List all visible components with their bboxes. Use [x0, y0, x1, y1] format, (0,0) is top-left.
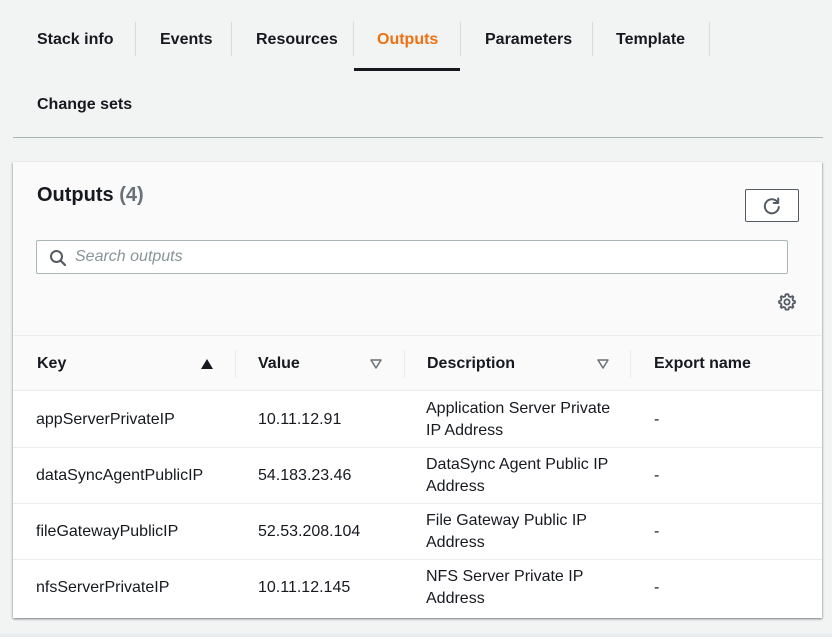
tab-divider	[709, 22, 710, 56]
cell-value: 10.11.12.91	[258, 411, 342, 428]
table-row: dataSyncAgentPublicIP 54.183.23.46 DataS…	[13, 448, 822, 504]
outputs-panel: Outputs (4) Key	[13, 162, 822, 618]
column-header-export-name: Export name	[654, 354, 751, 372]
table-row: nfsServerPrivateIP 10.11.12.145 NFS Serv…	[13, 560, 822, 616]
cell-value: 54.183.23.46	[258, 467, 352, 484]
cell-value: 10.11.12.145	[258, 579, 351, 596]
tab-change-sets[interactable]: Change sets	[37, 96, 132, 114]
output-count: (4)	[119, 184, 144, 206]
panel-title: Outputs (4)	[37, 184, 144, 207]
search-box	[36, 240, 788, 274]
tab-resources[interactable]: Resources	[256, 31, 338, 49]
tab-template[interactable]: Template	[616, 31, 685, 49]
cell-export-name: -	[654, 579, 660, 596]
tab-divider	[135, 22, 136, 56]
cell-export-name: -	[654, 467, 660, 484]
cell-key: dataSyncAgentPublicIP	[36, 467, 204, 484]
tab-outputs[interactable]: Outputs	[377, 31, 438, 49]
tab-divider	[231, 22, 232, 56]
cell-export-name: -	[654, 523, 660, 540]
column-divider	[630, 350, 631, 378]
refresh-button[interactable]	[745, 189, 799, 222]
tab-bar: Stack info Events Resources Outputs Para…	[13, 0, 823, 138]
tab-parameters[interactable]: Parameters	[485, 31, 572, 49]
column-divider	[235, 350, 236, 378]
tab-divider	[592, 22, 593, 56]
search-input[interactable]	[75, 241, 775, 273]
sort-ascending-icon[interactable]	[200, 358, 214, 370]
cell-description: Application Server Private IP Address	[426, 400, 611, 439]
column-header-value[interactable]: Value	[258, 336, 300, 391]
search-icon	[50, 250, 67, 267]
active-tab-indicator	[354, 68, 460, 71]
cell-description: NFS Server Private IP Address	[426, 568, 584, 607]
cell-description: DataSync Agent Public IP Address	[426, 456, 609, 495]
column-divider	[404, 350, 405, 378]
tab-divider	[353, 22, 354, 56]
sort-icon[interactable]	[596, 358, 610, 370]
cell-key: appServerPrivateIP	[36, 411, 175, 428]
cell-key: nfsServerPrivateIP	[36, 579, 170, 596]
tab-divider	[460, 22, 461, 56]
column-header-key[interactable]: Key	[37, 336, 66, 391]
sort-icon[interactable]	[369, 358, 383, 370]
panel-title-text: Outputs	[37, 184, 114, 206]
table-header: Key Value Description Export name	[13, 336, 822, 391]
cell-key: fileGatewayPublicIP	[36, 523, 179, 540]
cell-value: 52.53.208.104	[258, 523, 361, 540]
table-row: appServerPrivateIP 10.11.12.91 Applicati…	[13, 392, 822, 448]
cell-export-name: -	[654, 411, 660, 428]
cell-description: File Gateway Public IP Address	[426, 512, 587, 551]
panel-header: Outputs (4)	[13, 162, 822, 336]
tab-stack-info[interactable]: Stack info	[37, 31, 113, 49]
refresh-icon	[763, 197, 780, 214]
tab-events[interactable]: Events	[160, 31, 212, 49]
table-row: fileGatewayPublicIP 52.53.208.104 File G…	[13, 504, 822, 560]
gear-icon[interactable]	[777, 292, 797, 312]
column-header-description[interactable]: Description	[427, 336, 515, 391]
